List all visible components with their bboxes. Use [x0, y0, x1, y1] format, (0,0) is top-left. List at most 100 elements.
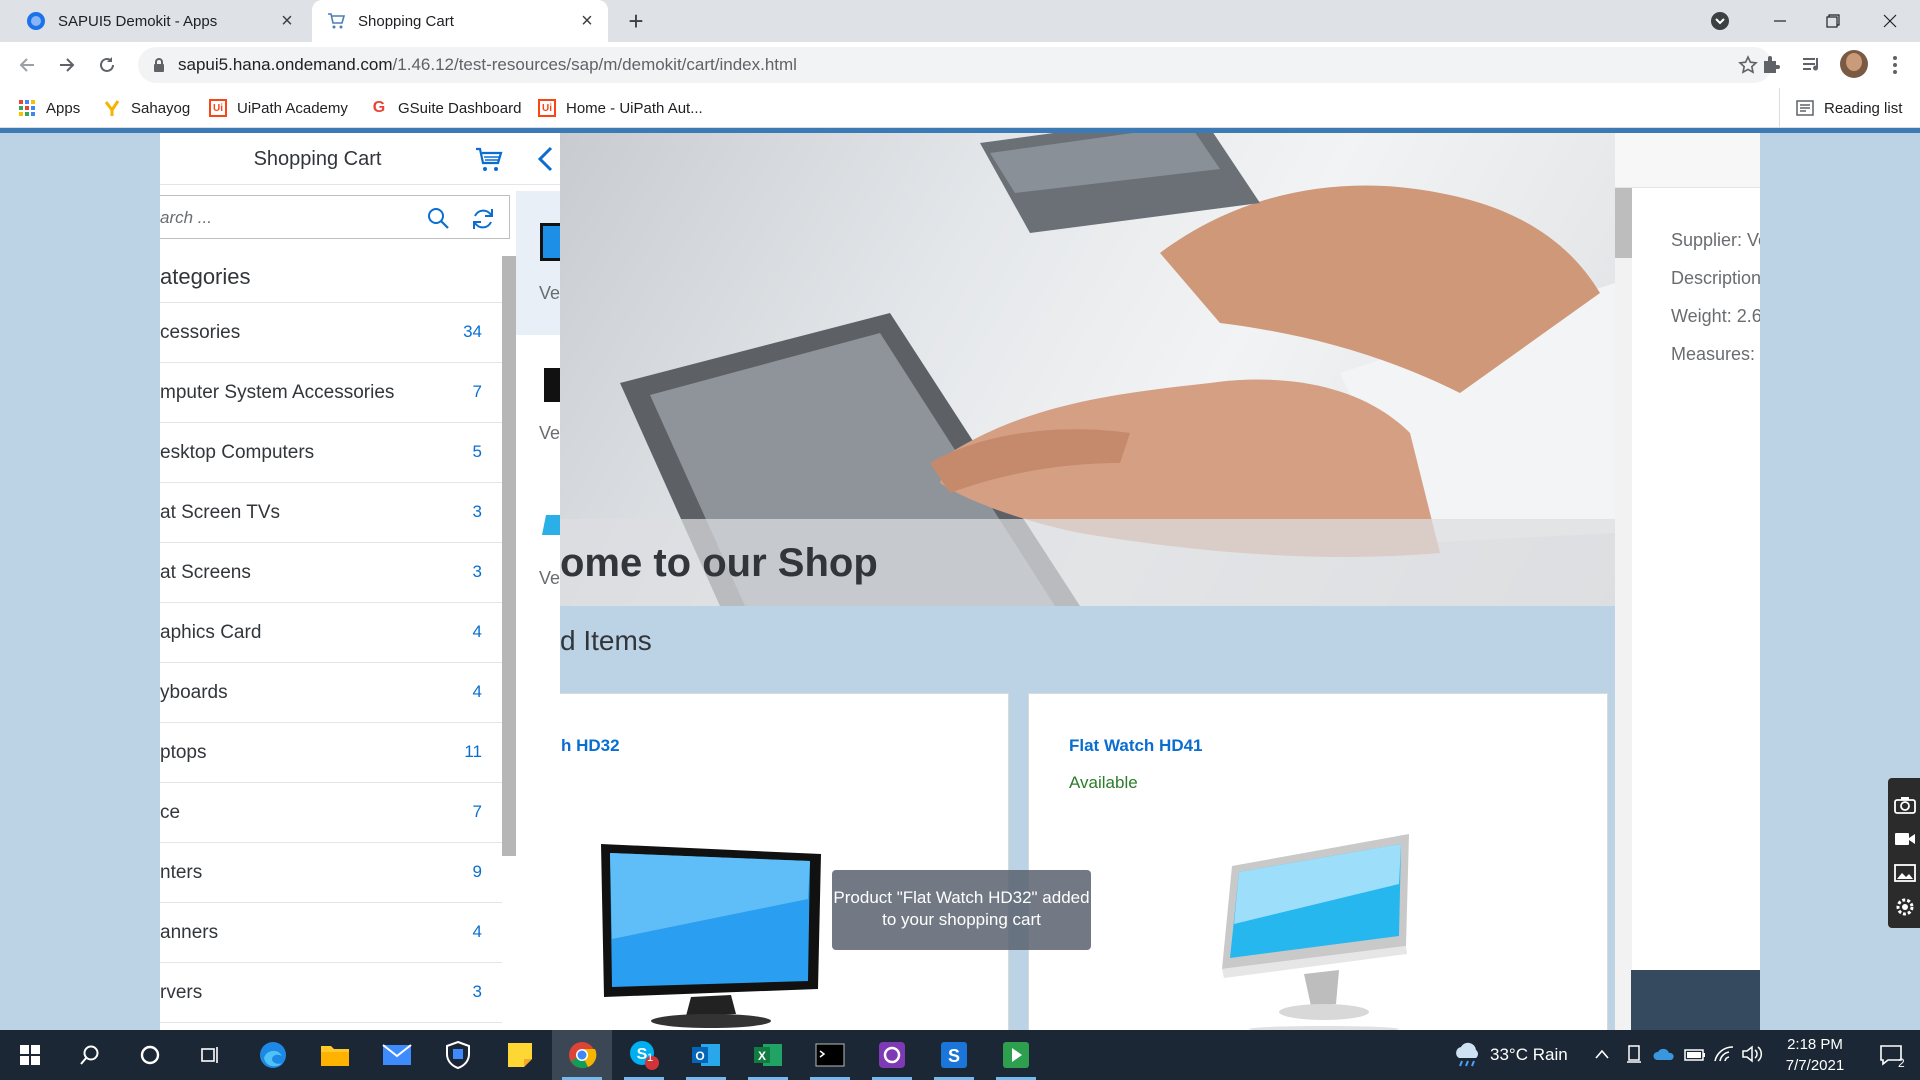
gear-icon[interactable]	[1894, 896, 1916, 918]
category-list: ategories cessories 34 mputer System Acce…	[160, 248, 502, 1030]
list-item[interactable]: cessories 34	[160, 303, 502, 363]
taskbar-security[interactable]	[428, 1030, 488, 1080]
extensions-puzzle-icon[interactable]	[1760, 53, 1784, 77]
forward-button[interactable]	[52, 50, 82, 80]
product-card[interactable]: h HD32	[560, 693, 1009, 1030]
clock-time: 2:18 PM	[1787, 1036, 1843, 1053]
tab-sapui5-demokit[interactable]: SAPUI5 Demokit - Apps ×	[10, 0, 308, 42]
monitor-thumbnail-icon	[540, 223, 560, 261]
camera-icon[interactable]	[1894, 796, 1916, 814]
category-label: ce	[160, 802, 181, 823]
search-button[interactable]	[60, 1030, 120, 1080]
onedrive-cloud-icon[interactable]	[1652, 1046, 1676, 1062]
tab-search-button[interactable]	[1690, 0, 1750, 42]
tab-shopping-cart[interactable]: Shopping Cart ×	[312, 0, 608, 42]
task-view-button[interactable]	[180, 1030, 240, 1080]
master-header: Shopping Cart	[160, 133, 560, 185]
gallery-icon[interactable]	[1894, 864, 1916, 882]
device-icon[interactable]	[1625, 1044, 1643, 1064]
reload-button[interactable]	[92, 50, 122, 80]
taskbar-file-explorer[interactable]	[305, 1030, 365, 1080]
cortana-button[interactable]	[120, 1030, 180, 1080]
shopping-cart-icon[interactable]	[474, 145, 504, 175]
category-count: 7	[472, 382, 482, 401]
url-path: /1.46.12/test-resources/sap/m/demokit/ca…	[392, 55, 797, 74]
video-camera-icon[interactable]	[1894, 830, 1916, 848]
bookmark-star-icon[interactable]	[1738, 55, 1758, 75]
list-item[interactable]: mputer System Accessories 7	[160, 363, 502, 423]
reading-list-icon	[1796, 100, 1814, 116]
refresh-icon[interactable]	[470, 206, 496, 232]
start-button[interactable]	[0, 1030, 60, 1080]
excel-icon: X	[754, 1044, 782, 1066]
taskbar-excel[interactable]: X	[738, 1030, 798, 1080]
profile-avatar[interactable]	[1840, 50, 1868, 78]
category-list-header: ategories	[160, 248, 502, 303]
search-icon[interactable]	[426, 206, 450, 230]
list-item[interactable]: nters 9	[160, 843, 502, 903]
category-count: 3	[472, 982, 482, 1001]
reading-list-button[interactable]: Reading list	[1796, 88, 1902, 128]
master-title: Shopping Cart	[253, 148, 382, 170]
list-item[interactable]: at Screens 3	[160, 543, 502, 603]
taskbar-edge[interactable]	[243, 1030, 303, 1080]
bookmark-uipath-academy[interactable]: Ui UiPath Academy	[209, 88, 348, 128]
category-label: yboards	[160, 682, 228, 703]
back-button[interactable]	[12, 50, 42, 80]
list-item[interactable]: esktop Computers 5	[160, 423, 502, 483]
address-bar[interactable]: sapui5.hana.ondemand.com/1.46.12/test-re…	[138, 47, 1772, 83]
taskbar-chrome[interactable]	[552, 1030, 612, 1080]
taskbar-uipath-studio[interactable]: S	[924, 1030, 984, 1080]
close-window-button[interactable]	[1860, 0, 1920, 42]
chrome-icon	[569, 1042, 597, 1069]
media-queue-icon[interactable]	[1800, 53, 1824, 77]
product-label: Ve	[539, 423, 560, 443]
system-clock[interactable]: 2:18 PM 7/7/2021	[1760, 1034, 1870, 1076]
taskbar-uipath-assistant[interactable]	[862, 1030, 922, 1080]
taskbar-outlook[interactable]: O	[676, 1030, 736, 1080]
bookmark-uipath-home[interactable]: Ui Home - UiPath Aut...	[538, 88, 703, 128]
monitor-product-image	[1222, 834, 1409, 1030]
list-item[interactable]: yboards 4	[160, 663, 502, 723]
search-input[interactable]: arch ...	[160, 208, 212, 228]
taskbar-sticky-notes[interactable]	[490, 1030, 550, 1080]
bookmark-sahayog[interactable]: Sahayog	[103, 88, 190, 128]
restore-button[interactable]	[1803, 0, 1863, 42]
bookmark-apps[interactable]: Apps	[18, 88, 80, 128]
list-item[interactable]: ptops 11	[160, 723, 502, 783]
taskbar-terminal[interactable]	[800, 1030, 860, 1080]
search-icon	[80, 1045, 99, 1065]
battery-icon[interactable]	[1684, 1048, 1706, 1062]
detail-supplier: Supplier: Ve	[1671, 230, 1760, 250]
reload-icon	[100, 57, 114, 72]
chevron-up-icon[interactable]	[1594, 1048, 1610, 1060]
product-title-link[interactable]: Flat Watch HD41	[1069, 736, 1203, 756]
taskbar-mail[interactable]	[367, 1030, 427, 1080]
detail-scroll-thumb[interactable]	[1615, 188, 1632, 258]
new-tab-button[interactable]: +	[622, 8, 650, 36]
chevron-left-icon[interactable]	[536, 145, 556, 173]
close-tab-icon[interactable]: ×	[578, 11, 596, 31]
close-tab-icon[interactable]: ×	[278, 11, 296, 31]
bookmark-gsuite[interactable]: G GSuite Dashboard	[370, 88, 522, 128]
task-view-icon	[201, 1047, 218, 1063]
weather-widget[interactable]: 33°C Rain	[1452, 1030, 1568, 1080]
category-scrollbar[interactable]	[502, 256, 516, 856]
notification-center-button[interactable]: 2	[1862, 1030, 1920, 1080]
list-item[interactable]: at Screen TVs 3	[160, 483, 502, 543]
chevron-down-circle-icon	[1711, 12, 1729, 30]
list-item[interactable]: rvers 3	[160, 963, 502, 1023]
wifi-icon[interactable]	[1713, 1045, 1735, 1063]
list-item[interactable]: anners 4	[160, 903, 502, 963]
product-card[interactable]: Flat Watch HD41 Available	[1028, 693, 1608, 1030]
bookmark-label: UiPath Academy	[237, 99, 348, 117]
product-title-link[interactable]: h HD32	[561, 736, 620, 756]
search-field[interactable]: arch ...	[160, 195, 510, 239]
taskbar-skype[interactable]: S 1	[614, 1030, 674, 1080]
list-item[interactable]: aphics Card 4	[160, 603, 502, 663]
taskbar-uipath-robot[interactable]	[986, 1030, 1046, 1080]
detail-scroll-gutter[interactable]	[1615, 188, 1632, 1030]
more-vertical-icon[interactable]	[1883, 53, 1907, 77]
list-item[interactable]: ce 7	[160, 783, 502, 843]
minimize-button[interactable]	[1750, 0, 1810, 42]
